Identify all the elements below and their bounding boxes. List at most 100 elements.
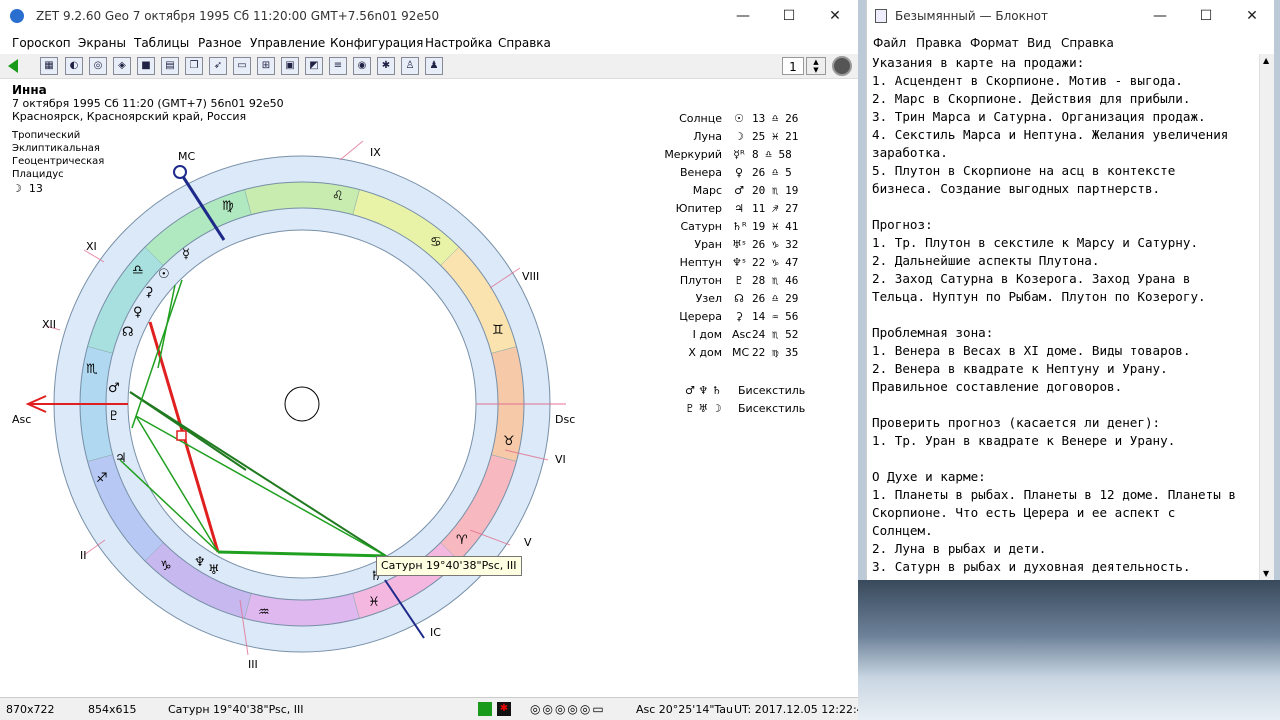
notepad-line: О Духе и карме: [872,469,986,484]
neptune-glyph: ♆ [194,555,206,570]
scroll-down-arrow-icon[interactable]: ▼ [1263,569,1269,578]
planet-position: 13 ♎ 26 [752,112,799,125]
planet-glyph: ♄ᴿ [732,220,747,233]
notepad-line: 3. Сатурн в рыбах и духовная деятельност… [872,559,1191,574]
planet-position: 11 ♐ 27 [752,202,799,215]
node-glyph: ☊ [122,325,134,340]
notepad-line: 1. Тр. Уран в квадрате к Венере и Урану. [872,433,1176,448]
status-ut-time: UT: 2017.12.05 12:22:44 [734,703,858,716]
notepad-close-button[interactable]: ✕ [1229,0,1274,32]
planet-position: 14 ♒ 56 [752,310,799,323]
planet-name: Узел [695,292,722,305]
notepad-line: 1. Планеты в рыбах. Планеты в 12 доме. П… [872,487,1236,502]
planet-glyph: ♂ [734,184,744,197]
planet-row: X дом MC 22 ♍ 35 [640,346,820,364]
planet-row: I дом Asc 24 ♏ 52 [640,328,820,346]
notepad-line: 1. Тр. Плутон в секстиле к Марсу и Сатур… [872,235,1199,250]
planet-row: Уран ♅ˢ 26 ♑ 32 [640,238,820,256]
jupiter-glyph: ♃ [115,451,127,466]
planet-row: Луна ☽ 25 ♓ 21 [640,130,820,148]
planet-row: Сатурн ♄ᴿ 19 ♓ 41 [640,220,820,238]
planet-name: Плутон [679,274,722,287]
taurus-sign: ♉ [503,434,515,449]
planet-position: 26 ♑ 32 [752,238,799,251]
pluto-glyph: ♇ [108,409,120,424]
planet-glyph: ☽ [734,130,744,143]
notepad-maximize-button[interactable]: ☐ [1183,0,1229,32]
notepad-line: Указания в карте на продажи: [872,55,1085,70]
sun-glyph: ☉ [158,267,170,282]
dsc-label: Dsc [555,413,575,426]
planet-row: Марс ♂ 20 ♏ 19 [640,184,820,202]
capricorn-sign: ♑ [160,559,172,574]
notepad-scrollbar[interactable]: ▲ ▼ [1259,54,1274,580]
planet-glyph: ☿ᴿ [733,148,745,161]
notepad-line [872,306,1256,324]
sagittarius-sign: ♐ [96,471,108,486]
planet-glyph: ♃ [734,202,744,215]
uranus-glyph: ♅ [208,563,220,578]
notepad-line: 2. Луна в рыбах и дети. [872,541,1047,556]
notepad-line: 4. Секстиль Марса и Нептуна. Желания уве… [872,127,1229,142]
notepad-menubar: Файл Правка Формат Вид Справка [867,33,1274,53]
ic-label: IC [430,626,441,639]
notepad-line: Тельца. Нуптун по Рыбам. Плутон по Козер… [872,289,1206,304]
aspect-legend-row-1: ♂ ♆ ♄ Бисекстиль [685,384,805,397]
notepad-line: заработка. [872,145,948,160]
scroll-up-arrow-icon[interactable]: ▲ [1263,56,1269,65]
planet-row: Венера ♀ 26 ♎ 5 [640,166,820,184]
notepad-titlebar[interactable]: Безымянный — Блокнот — ☐ ✕ [867,0,1274,32]
status-asc: Asc 20°25'14"Tau [636,703,733,716]
planet-name: X дом [688,346,722,359]
notepad-menu-file[interactable]: Файл [873,36,906,50]
mc-marker [173,165,187,179]
notepad-minimize-button[interactable]: — [1137,0,1183,32]
planet-name: Солнце [679,112,722,125]
notepad-menu-help[interactable]: Справка [1061,36,1114,50]
virgo-sign: ♍ [222,199,234,214]
planet-row: Солнце ☉ 13 ♎ 26 [640,112,820,130]
asc-label: Asc [12,413,31,426]
green-indicator-icon[interactable] [478,702,492,716]
planet-position: 22 ♑ 47 [752,256,799,269]
planet-glyph: ♀ [734,166,744,179]
planet-row: Меркурий ☿ᴿ 8 ♎ 58 [640,148,820,166]
ceres-glyph: ⚳ [144,285,154,300]
planet-glyph: MC [732,346,750,359]
planet-name: Меркурий [664,148,722,161]
aspect-legend-label-1: Бисекстиль [738,384,806,397]
notepad-text-area[interactable]: Указания в карте на продажи: 1. Асцендент… [872,54,1256,580]
planet-name: Марс [692,184,722,197]
planet-position: 8 ♎ 58 [752,148,792,161]
red-indicator-icon[interactable]: ✱ [497,702,511,716]
mc-label: MC [178,150,195,163]
notepad-line: Проверить прогноз (касается ли денег): [872,415,1161,430]
notepad-menu-edit[interactable]: Правка [916,36,962,50]
planet-name: Сатурн [680,220,722,233]
house-vi-label: VI [555,453,566,466]
cusp-ix [339,140,364,161]
planet-position: 25 ♓ 21 [752,130,799,143]
cancer-sign: ♋ [430,235,442,250]
house-ix-label: IX [370,146,381,159]
notepad-line: 5. Плутон в Скорпионе на асц в контексте [872,163,1176,178]
notepad-menu-view[interactable]: Вид [1027,36,1051,50]
planet-position: 24 ♏ 52 [752,328,799,341]
notepad-app-icon [875,9,887,23]
aspect-legend-glyphs-1: ♂ ♆ ♄ [685,384,722,397]
status-window-size: 870x722 [6,703,55,716]
scorpio-sign: ♏ [86,362,98,377]
planet-row: Юпитер ♃ 11 ♐ 27 [640,202,820,220]
planet-position: 26 ♎ 5 [752,166,792,179]
notepad-window-title: Безымянный — Блокнот [895,9,1049,23]
chart-mode-icons[interactable]: ◎◎◎◎◎▭ [530,702,606,716]
venus-glyph: ♀ [133,305,143,320]
house-viii-label: VIII [522,270,539,283]
planet-row: Нептун ♆ˢ 22 ♑ 47 [640,256,820,274]
zet-window: ZET 9.2.60 Geo 7 октября 1995 Сб 11:20:0… [0,0,858,720]
notepad-menu-format[interactable]: Формат [970,36,1019,50]
notepad-line [872,450,1256,468]
planet-row: Плутон ♇ 28 ♏ 46 [640,274,820,292]
planet-glyph: ♇ [734,274,744,287]
notepad-line: Прогноз: [872,217,933,232]
